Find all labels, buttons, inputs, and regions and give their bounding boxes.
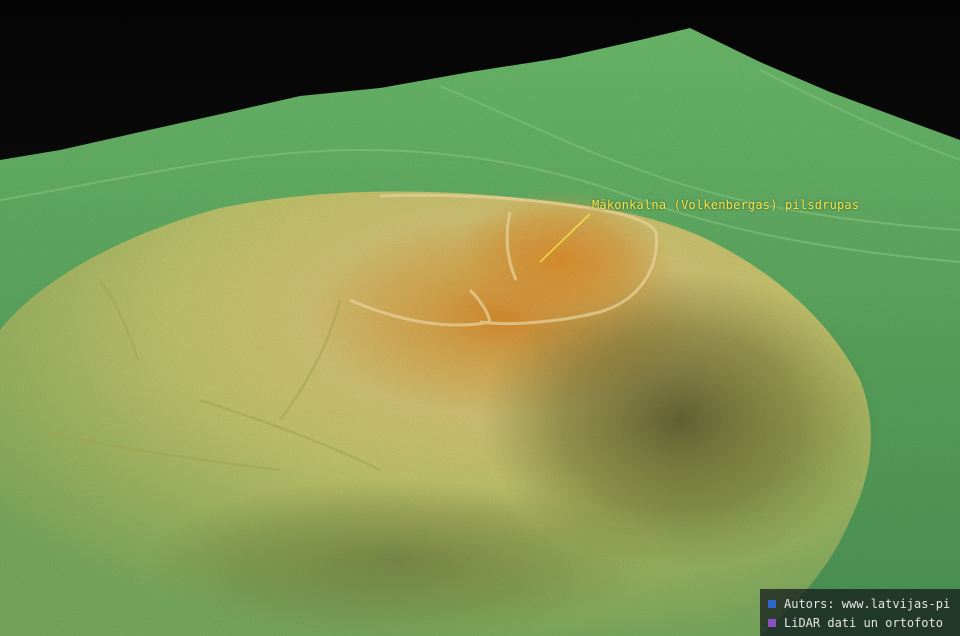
data-source-swatch-icon: [768, 618, 776, 627]
credit-row-author: Autors: www.latvijas-pi: [768, 594, 960, 613]
credits-panel: Autors: www.latvijas-pi LiDAR dati un or…: [760, 589, 960, 636]
lidar-terrain-map[interactable]: [0, 0, 960, 636]
data-source-credit-text[interactable]: LiDAR dati un ortofoto: [784, 616, 943, 630]
castle-ruins-label: Mākonkalna (Volkenbergas) pilsdrupas: [592, 198, 860, 212]
lidar-grain-texture: [0, 0, 960, 636]
author-credit-text[interactable]: Autors: www.latvijas-pi: [784, 597, 950, 611]
author-swatch-icon: [768, 599, 776, 608]
credit-row-data-source: LiDAR dati un ortofoto: [768, 613, 960, 632]
